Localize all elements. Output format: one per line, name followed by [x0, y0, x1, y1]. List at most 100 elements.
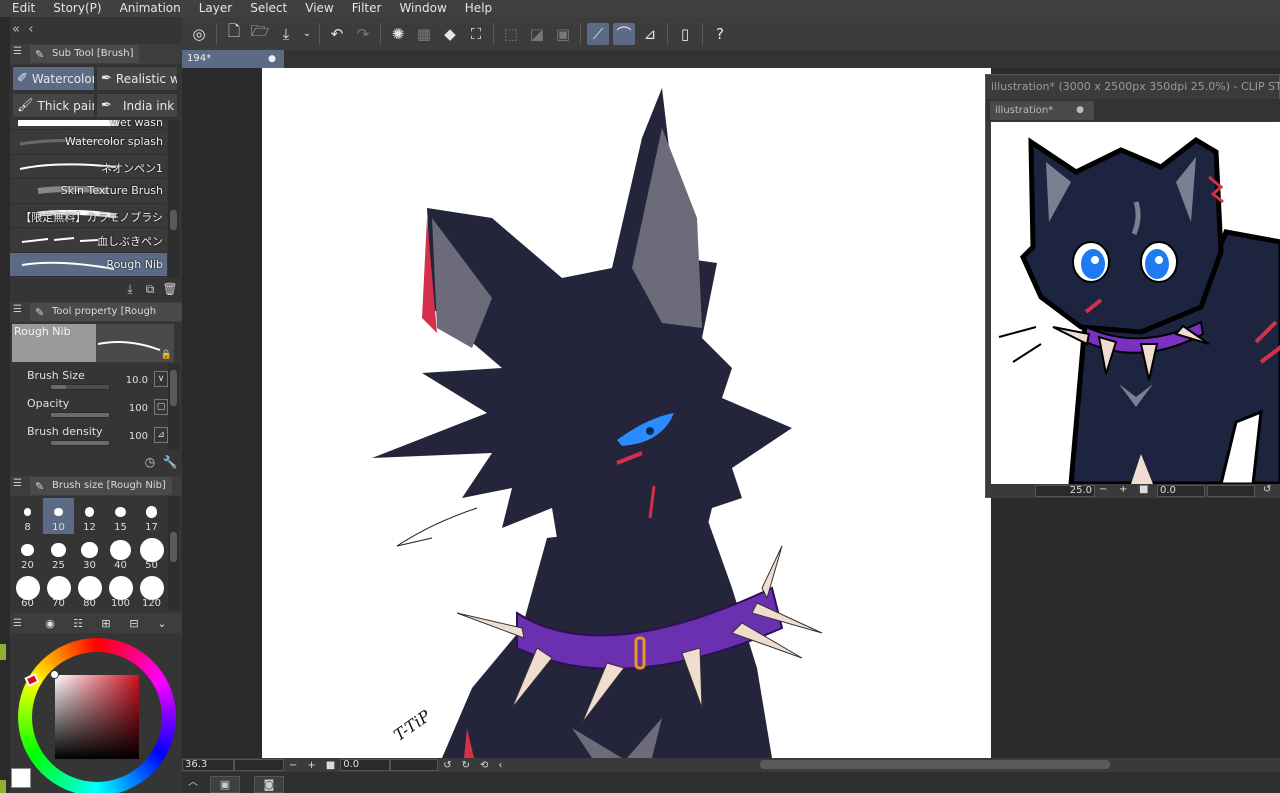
zoom-in-icon[interactable]: + — [1119, 484, 1127, 495]
rotation-slider[interactable] — [390, 759, 439, 771]
chevron-left-icon[interactable]: ‹ — [498, 760, 502, 771]
menu-icon[interactable]: ☰ — [13, 46, 22, 57]
help-icon[interactable]: ? — [709, 23, 731, 45]
scrollbar-thumb[interactable] — [170, 532, 177, 562]
menu-help[interactable]: Help — [456, 0, 501, 17]
brush-size-option-70[interactable]: 70 — [43, 574, 74, 610]
canvas-paper[interactable]: T-TiP — [262, 68, 991, 758]
reset-rotation-icon[interactable]: ⟲ — [480, 760, 488, 771]
property-value[interactable]: 10.0 — [126, 375, 148, 386]
main-color-swatch[interactable] — [11, 768, 31, 788]
menu-view[interactable]: View — [296, 0, 342, 17]
tool-property-scrollbar[interactable] — [168, 364, 179, 450]
undo-icon[interactable]: ↶ — [326, 23, 348, 45]
sub-view-rotation-slider[interactable] — [1207, 485, 1255, 497]
rotation-field[interactable]: 0.0 — [340, 759, 391, 771]
snap-special-ruler-icon[interactable]: ⌒ — [613, 22, 635, 45]
square-icon[interactable]: ▢ — [154, 399, 168, 415]
clock-icon[interactable]: ◷ — [142, 454, 158, 470]
menu-icon[interactable]: ☰ — [13, 478, 22, 489]
rotate-left-icon[interactable]: ↺ — [443, 760, 451, 771]
chevron-down-icon[interactable]: ⌄ — [148, 614, 176, 632]
brush-size-property[interactable]: Brush Size 10.0 ∨ — [22, 368, 170, 394]
color-slider-tab-icon[interactable]: ☷ — [64, 614, 92, 632]
selection-border-icon[interactable]: ▣ — [552, 23, 574, 45]
clip-studio-icon[interactable]: ◎ — [188, 23, 210, 45]
close-dot-icon[interactable]: ● — [1076, 101, 1084, 120]
lock-icon[interactable]: 🔒 — [161, 350, 172, 360]
tool-property-tab[interactable]: ✎ Tool property [Rough Nib] — [30, 303, 182, 335]
document-tab[interactable]: 194* ● — [182, 50, 284, 68]
close-dot-icon[interactable]: ● — [268, 50, 276, 68]
subtool-tab[interactable]: ✎ Sub Tool [Brush] — [30, 45, 140, 63]
list-item[interactable]: Wet wash — [10, 120, 167, 130]
brush-size-option-50[interactable]: 50 — [136, 536, 167, 572]
list-item[interactable]: 血しぶきペン — [10, 228, 167, 253]
pressure-icon[interactable]: ∨ — [154, 371, 168, 387]
list-item[interactable]: Watercolor splash — [10, 130, 167, 155]
brush-size-option-25[interactable]: 25 — [43, 536, 74, 572]
intermediate-color-tab-icon[interactable]: ⊟ — [120, 614, 148, 632]
deselect-icon[interactable]: ⬚ — [500, 23, 522, 45]
subtool-india-ink-button[interactable]: ✒ India ink — [96, 93, 178, 118]
stop-icon[interactable]: ■ — [326, 760, 335, 771]
brush-list-scrollbar[interactable] — [168, 120, 179, 278]
brush-size-scrollbar[interactable] — [168, 496, 179, 611]
brush-density-property[interactable]: Brush density 100 ⊿ — [22, 424, 170, 450]
horizontal-scrollbar[interactable] — [760, 760, 1110, 769]
menu-icon[interactable]: ☰ — [13, 304, 22, 315]
brush-size-option-10[interactable]: 10 — [43, 498, 74, 534]
zoom-out-icon[interactable]: − — [1099, 484, 1107, 495]
zoom-out-icon[interactable]: − — [289, 760, 297, 771]
menu-icon[interactable]: ☰ — [13, 618, 22, 629]
list-item[interactable]: ネオンペン1 — [10, 155, 167, 179]
scrollbar-thumb[interactable] — [170, 370, 177, 406]
menu-story[interactable]: Story(P) — [44, 0, 110, 17]
list-item[interactable]: 【限定無料】カラモノブラシ — [10, 204, 167, 228]
brush-size-option-8[interactable]: 8 — [12, 498, 43, 534]
sub-view-window[interactable]: illustration* (3000 x 2500px 350dpi 25.0… — [985, 74, 1280, 498]
snap-grid-icon[interactable]: ⊿ — [639, 23, 661, 45]
rotate-icon[interactable]: ↺ — [1263, 484, 1271, 495]
loading-icon[interactable]: ✺ — [387, 23, 409, 45]
stop-icon[interactable]: ■ — [1139, 484, 1148, 495]
snap-ruler-icon[interactable]: ⟋ — [587, 22, 609, 45]
zoom-slider[interactable] — [234, 759, 284, 771]
sub-view-canvas[interactable] — [991, 122, 1280, 484]
zoom-field[interactable]: 36.3 — [182, 759, 234, 771]
menu-window[interactable]: Window — [390, 0, 455, 17]
scrollbar-thumb[interactable] — [170, 210, 177, 230]
saturation-value-square[interactable] — [55, 675, 139, 759]
brush-size-option-20[interactable]: 20 — [12, 536, 43, 572]
sub-view-rotation-field[interactable]: 0.0 — [1157, 485, 1205, 497]
brush-size-option-17[interactable]: 17 — [136, 498, 167, 534]
trash-icon[interactable]: 🗑 — [162, 281, 178, 297]
color-wheel-tab-icon[interactable]: ◉ — [36, 614, 64, 632]
brush-size-option-12[interactable]: 12 — [74, 498, 105, 534]
new-file-icon[interactable]: 🗋 — [223, 22, 245, 45]
brush-size-slider[interactable] — [50, 384, 110, 390]
sub-view-zoom-field[interactable]: 25.0 — [1035, 485, 1095, 497]
clear-icon[interactable]: ▦ — [413, 23, 435, 45]
chevron-up-icon[interactable]: ︿ — [188, 773, 198, 788]
subtool-thick-paint-button[interactable]: 🖌Thick paint — [12, 93, 95, 118]
subtool-realistic-button[interactable]: ✒ Realistic w — [96, 66, 178, 91]
color-set-tab-icon[interactable]: ⊞ — [92, 614, 120, 632]
menu-edit[interactable]: Edit — [0, 0, 44, 17]
rotate-right-icon[interactable]: ↻ — [462, 760, 470, 771]
brush-size-option-60[interactable]: 60 — [12, 574, 43, 610]
property-value[interactable]: 100 — [129, 431, 148, 442]
brush-size-option-30[interactable]: 30 — [74, 536, 105, 572]
pressure-icon[interactable]: ⊿ — [154, 427, 168, 443]
download-icon[interactable]: ⤓ — [122, 281, 138, 297]
property-value[interactable]: 100 — [129, 403, 148, 414]
brush-size-option-100[interactable]: 100 — [105, 574, 136, 610]
smartphone-icon[interactable]: ▯ — [674, 23, 696, 45]
collapse-arrows-icon[interactable]: « ‹ — [12, 22, 33, 37]
camera-button[interactable]: ◙ — [254, 776, 284, 793]
invert-selection-icon[interactable]: ◪ — [526, 23, 548, 45]
opacity-property[interactable]: Opacity 100 ▢ — [22, 396, 170, 422]
menu-layer[interactable]: Layer — [190, 0, 241, 17]
fill-icon[interactable]: ◆ — [439, 23, 461, 45]
transform-icon[interactable]: ⛶ — [465, 23, 487, 45]
